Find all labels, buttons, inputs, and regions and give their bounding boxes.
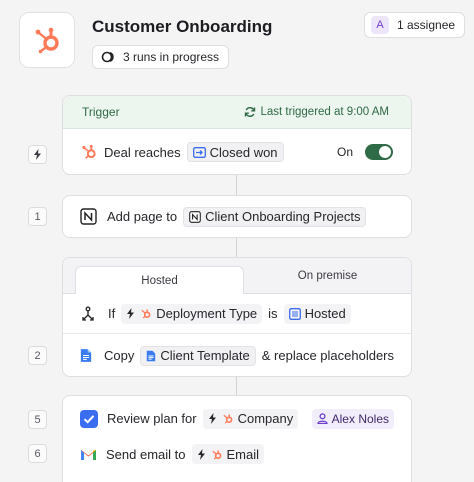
trigger-row: Deal reaches Closed won On xyxy=(63,129,411,175)
tab-on-premise[interactable]: On premise xyxy=(244,258,411,293)
lightning-icon xyxy=(34,149,41,160)
connector-line xyxy=(236,175,237,195)
step-number: 2 xyxy=(28,346,47,365)
copy-row: Copy Client Template & replace placehold… xyxy=(63,334,411,377)
notion-icon xyxy=(80,208,97,225)
last-triggered-text: Last triggered at 9:00 AM xyxy=(260,106,390,118)
assignee-name: Alex Noles xyxy=(331,411,389,426)
hubspot-icon xyxy=(211,449,221,459)
company-field: Company xyxy=(237,411,294,426)
review-row: Review plan for Company Alex Noles xyxy=(63,396,411,441)
gmail-icon xyxy=(81,449,96,460)
trigger-header: Trigger Last triggered at 9:00 AM xyxy=(63,96,411,129)
email-chip[interactable]: Email xyxy=(191,444,265,464)
email-text: Send email to xyxy=(106,446,186,462)
branch-card[interactable]: Hosted On premise If Deployment Type is xyxy=(62,257,412,377)
assignee-chip[interactable]: Alex Noles xyxy=(311,408,394,429)
copy-suffix: & replace placeholders xyxy=(261,348,394,363)
copy-text: Copy xyxy=(104,348,135,363)
step-number: 6 xyxy=(28,444,47,463)
runs-icon xyxy=(101,51,114,63)
list-option-icon xyxy=(288,307,301,320)
step-text: Add page to xyxy=(107,209,178,224)
runs-in-progress-badge[interactable]: 3 runs in progress xyxy=(92,45,230,69)
lightning-icon xyxy=(197,448,205,460)
notion-target: Client Onboarding Projects xyxy=(205,209,361,224)
review-text: Review plan for xyxy=(107,411,197,426)
company-chip[interactable]: Company xyxy=(202,408,299,429)
branch-tabs: Hosted On premise xyxy=(63,258,411,294)
page-title: Customer Onboarding xyxy=(92,17,273,36)
condition-operator: is xyxy=(268,306,278,321)
condition-field: Deployment Type xyxy=(156,306,258,321)
trigger-toggle[interactable] xyxy=(365,144,393,160)
stage-chip[interactable]: Closed won xyxy=(186,142,284,162)
lightning-icon xyxy=(127,308,135,319)
email-field: Email xyxy=(226,446,260,462)
condition-value-chip[interactable]: Hosted xyxy=(283,303,351,324)
last-triggered: Last triggered at 9:00 AM xyxy=(244,106,390,118)
checkbox-icon xyxy=(80,409,98,428)
hubspot-icon xyxy=(141,309,151,319)
connector-line xyxy=(236,238,237,257)
avatar: A xyxy=(371,16,389,34)
template-chip[interactable]: Client Template xyxy=(140,345,256,366)
step-number: 5 xyxy=(28,410,47,429)
runs-label: 3 runs in progress xyxy=(123,50,220,64)
deployment-type-chip[interactable]: Deployment Type xyxy=(121,303,263,324)
notion-icon xyxy=(189,210,201,223)
condition-row: If Deployment Type is Hosted xyxy=(63,294,411,333)
step-number: 1 xyxy=(28,207,47,226)
condition-value: Hosted xyxy=(304,306,346,321)
hubspot-logo-icon xyxy=(35,27,59,54)
step-number-trigger xyxy=(28,145,47,164)
assignee-label: 1 assignee xyxy=(397,18,456,32)
notion-target-chip[interactable]: Client Onboarding Projects xyxy=(183,206,367,227)
connector-line xyxy=(236,377,237,395)
stage-value: Closed won xyxy=(209,144,278,160)
task-card[interactable]: Review plan for Company Alex Noles Send … xyxy=(62,395,412,482)
refresh-icon xyxy=(244,107,255,117)
app-logo-tile xyxy=(19,12,75,68)
step-row: Add page to Client Onboarding Projects xyxy=(63,196,411,237)
trigger-label: Trigger xyxy=(82,105,120,119)
template-name: Client Template xyxy=(160,348,250,363)
pipeline-stage-icon xyxy=(192,146,206,158)
if-label: If xyxy=(108,306,116,321)
trigger-text: Deal reaches xyxy=(104,144,181,160)
hubspot-icon xyxy=(82,144,96,159)
google-docs-icon xyxy=(80,349,92,362)
email-row: Send email to Email xyxy=(63,441,411,467)
hubspot-icon xyxy=(223,414,232,424)
step-card[interactable]: Add page to Client Onboarding Projects xyxy=(62,195,412,238)
tab-hosted[interactable]: Hosted xyxy=(75,266,244,294)
assignee-button[interactable]: A 1 assignee xyxy=(364,12,466,38)
trigger-card[interactable]: Trigger Last triggered at 9:00 AM Deal r… xyxy=(62,95,412,175)
toggle-label: On xyxy=(336,145,353,159)
trigger-toggle-group: On xyxy=(337,144,393,160)
google-docs-icon xyxy=(147,350,156,361)
branch-icon xyxy=(82,306,94,321)
lightning-icon xyxy=(208,413,216,424)
user-icon xyxy=(316,413,328,424)
trigger-condition: Deal reaches Closed won xyxy=(80,142,284,162)
